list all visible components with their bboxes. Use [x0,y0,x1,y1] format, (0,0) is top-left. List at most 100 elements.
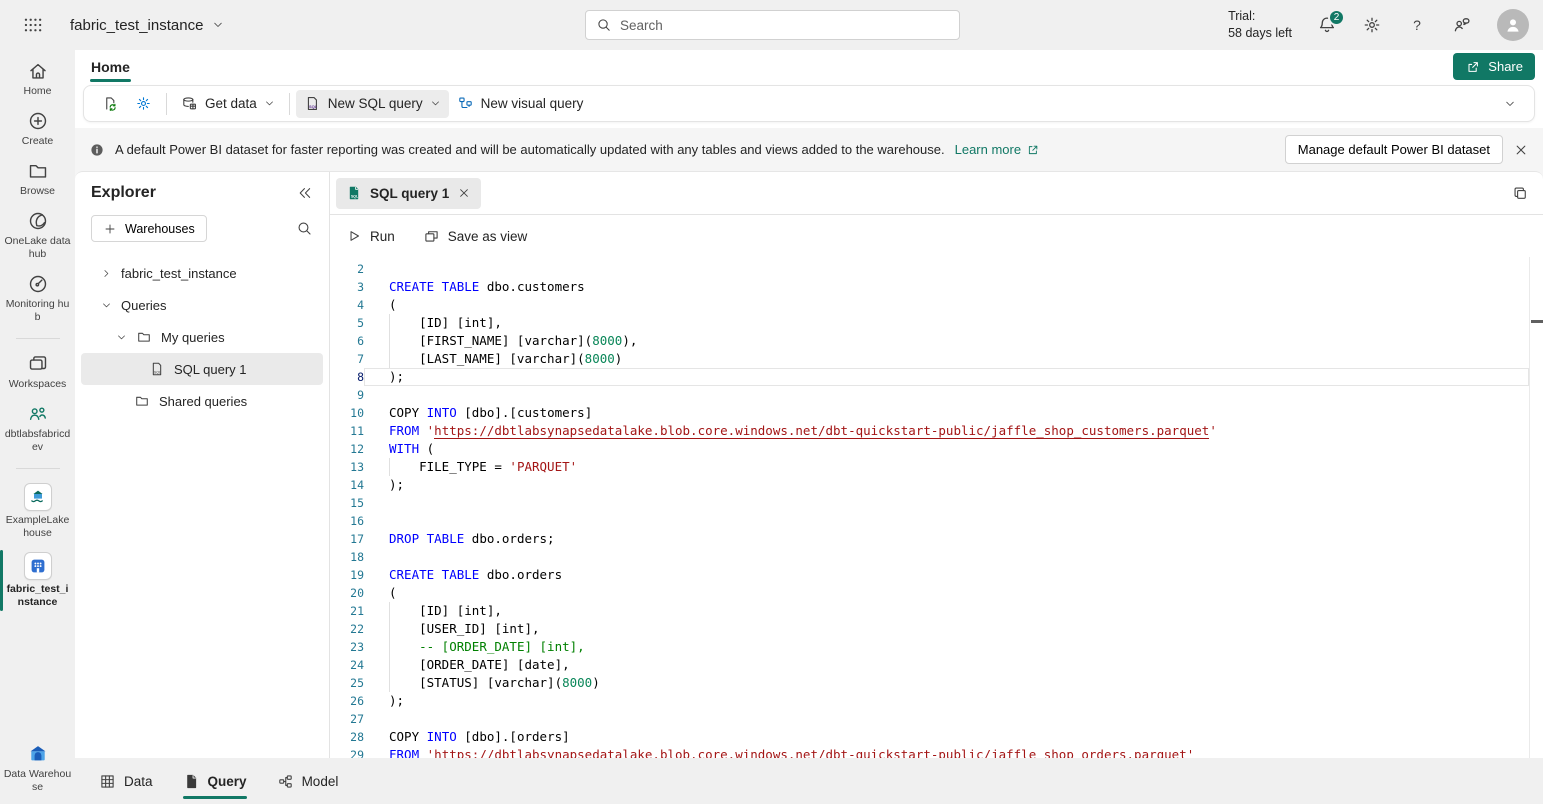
code-line[interactable]: 18 [330,548,1543,566]
code-line[interactable]: 20( [330,584,1543,602]
tab-home[interactable]: Home [83,54,138,80]
learn-more-link[interactable]: Learn more [955,142,1040,157]
code-text: COPY INTO [dbo].[customers] [364,404,1529,422]
line-number: 14 [330,476,364,494]
get-data-button[interactable]: Get data [173,90,283,118]
tree-item-my-queries[interactable]: My queries [81,321,323,353]
code-line[interactable]: 7 [LAST_NAME] [varchar](8000) [330,350,1543,368]
tree-item-queries[interactable]: Queries [81,289,323,321]
tree-item-label: Queries [121,298,167,313]
editor-overview-ruler[interactable] [1529,257,1543,758]
code-line[interactable]: 2 [330,260,1543,278]
code-line[interactable]: 16 [330,512,1543,530]
explorer-title: Explorer [91,184,156,202]
code-line[interactable]: 26); [330,692,1543,710]
rail-item-home[interactable]: Home [0,60,75,98]
code-line[interactable]: 3CREATE TABLE dbo.customers [330,278,1543,296]
view-tab-label: Model [302,774,339,789]
rail-item-fabric-test-instance[interactable]: fabric_test_instance [0,552,75,609]
settings-gear-button[interactable] [127,90,160,118]
view-tab-label: Data [124,774,153,789]
new-visual-query-button[interactable]: New visual query [449,90,592,118]
code-text [364,710,1529,728]
visual-query-icon [457,95,474,112]
collapse-panel-icon[interactable] [297,185,313,201]
view-tab-model[interactable]: Model [277,758,339,804]
code-editor[interactable]: 23CREATE TABLE dbo.customers4(5 [ID] [in… [330,257,1543,758]
line-number: 25 [330,674,364,692]
share-button[interactable]: Share [1453,53,1535,80]
code-line[interactable]: 29FROM 'https://dbtlabsynapsedatalake.bl… [330,746,1543,758]
line-number: 27 [330,710,364,728]
rail-item-onelake-data-hub[interactable]: OneLake data hub [0,210,75,261]
view-tab-label: Query [208,774,247,789]
new-warehouse-button[interactable]: Warehouses [91,215,207,242]
query-tab[interactable]: SQL SQL query 1 [336,178,481,209]
rail-item-create[interactable]: Create [0,110,75,148]
code-text: COPY INTO [dbo].[orders] [364,728,1529,746]
app-launcher-icon[interactable] [22,14,44,36]
line-number: 17 [330,530,364,548]
line-number: 9 [330,386,364,404]
code-line[interactable]: 10COPY INTO [dbo].[customers] [330,404,1543,422]
ribbon: Get data SQL New SQL query New visual qu… [75,83,1543,128]
settings-button[interactable] [1362,15,1382,35]
feedback-button[interactable] [1452,15,1472,35]
save-as-view-button[interactable]: Save as view [423,228,528,245]
tree-item-fabric-test-instance[interactable]: fabric_test_instance [81,257,323,289]
document-refresh-icon [102,95,119,112]
tab-home-label: Home [91,59,130,75]
close-tab-icon[interactable] [457,186,471,200]
notifications-button[interactable]: 2 [1317,15,1337,35]
code-line[interactable]: 24 [ORDER_DATE] [date], [330,656,1543,674]
new-sql-query-button[interactable]: SQL New SQL query [296,90,449,118]
rail-item-monitoring-hub[interactable]: Monitoring hub [0,273,75,324]
workspace-name: fabric_test_instance [70,17,203,34]
rail-item-browse[interactable]: Browse [0,160,75,198]
code-text: ); [364,476,1529,494]
code-line[interactable]: 5 [ID] [int], [330,314,1543,332]
code-line[interactable]: 19CREATE TABLE dbo.orders [330,566,1543,584]
manage-dataset-button[interactable]: Manage default Power BI dataset [1285,135,1503,164]
code-line[interactable]: 28COPY INTO [dbo].[orders] [330,728,1543,746]
refresh-dataset-button[interactable] [94,90,127,118]
code-line[interactable]: 12WITH ( [330,440,1543,458]
line-number: 2 [330,260,364,278]
home-icon [27,60,49,82]
tree-item-label: My queries [161,330,225,345]
code-line[interactable]: 11FROM 'https://dbtlabsynapsedatalake.bl… [330,422,1543,440]
tree-item-sql-query-1[interactable]: SQLSQL query 1 [81,353,323,385]
tree-item-shared-queries[interactable]: Shared queries [81,385,323,417]
svg-text:?: ? [1413,17,1421,33]
model-icon [277,773,294,790]
code-line[interactable]: 15 [330,494,1543,512]
collapse-ribbon-chevron[interactable] [1504,98,1516,110]
banner-close-icon[interactable] [1513,142,1529,158]
code-line[interactable]: 14); [330,476,1543,494]
copy-icon[interactable] [1512,185,1529,202]
code-line[interactable]: 22 [USER_ID] [int], [330,620,1543,638]
code-line[interactable]: 4( [330,296,1543,314]
rail-item-dbtlabsfabricdev[interactable]: dbtlabsfabricdev [0,403,75,454]
code-line[interactable]: 21 [ID] [int], [330,602,1543,620]
account-avatar[interactable] [1497,9,1529,41]
code-text [364,548,1529,566]
code-line[interactable]: 27 [330,710,1543,728]
view-tab-data[interactable]: Data [99,758,153,804]
search-input[interactable] [620,18,949,33]
code-line[interactable]: 23 -- [ORDER_DATE] [int], [330,638,1543,656]
explorer-search-icon[interactable] [296,220,313,237]
code-line[interactable]: 9 [330,386,1543,404]
run-button[interactable]: Run [346,228,395,244]
code-line[interactable]: 13 FILE_TYPE = 'PARQUET' [330,458,1543,476]
code-line[interactable]: 6 [FIRST_NAME] [varchar](8000), [330,332,1543,350]
view-tab-query[interactable]: Query [183,758,247,804]
code-line[interactable]: 17DROP TABLE dbo.orders; [330,530,1543,548]
rail-item-data-warehouse[interactable]: Data Warehouse [0,743,75,794]
workspace-switcher[interactable]: fabric_test_instance [70,17,224,34]
rail-item-workspaces[interactable]: Workspaces [0,353,75,391]
help-button[interactable]: ? [1407,15,1427,35]
code-line[interactable]: 8); [330,368,1543,386]
rail-item-examplelakehouse[interactable]: ExampleLakehouse [0,483,75,540]
code-line[interactable]: 25 [STATUS] [varchar](8000) [330,674,1543,692]
